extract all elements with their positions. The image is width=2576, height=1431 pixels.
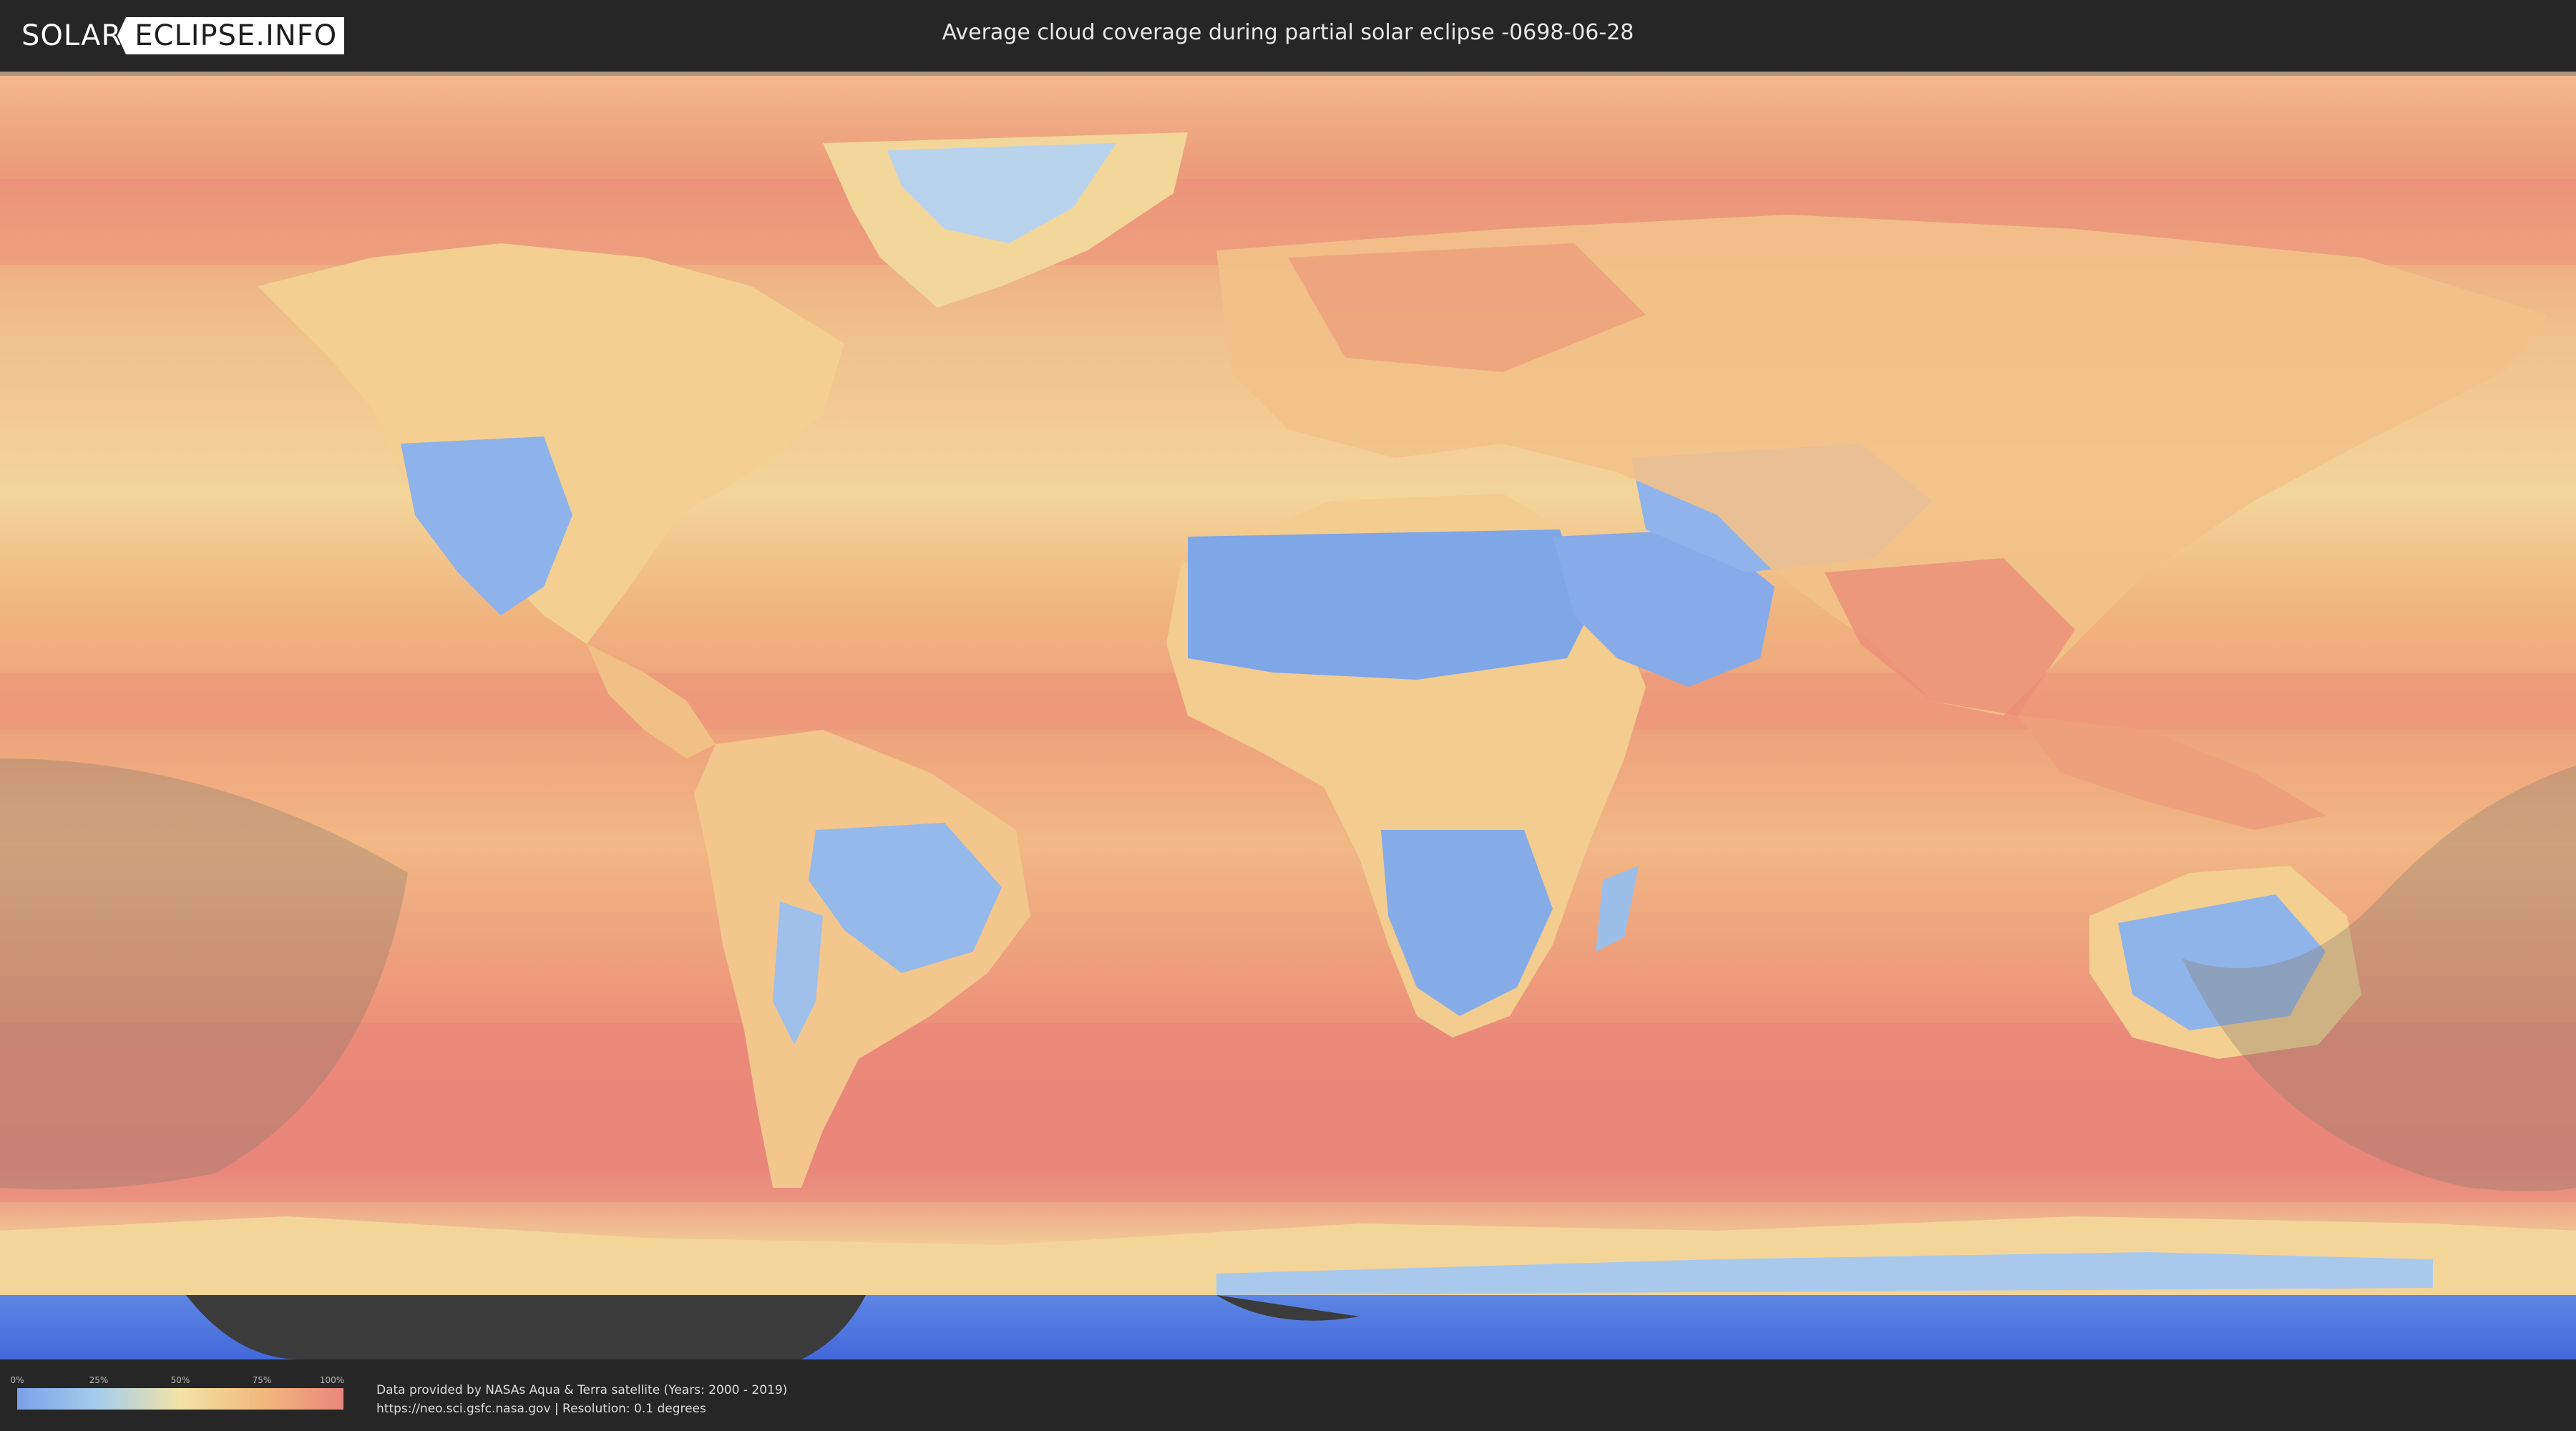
credit-line-1: Data provided by NASAs Aqua & Terra sate… — [376, 1383, 788, 1397]
credit-line-2[interactable]: https://neo.sci.gsfc.nasa.gov | Resoluti… — [376, 1400, 787, 1418]
legend-tick-25: 25% — [89, 1375, 109, 1385]
map-top-edge — [0, 72, 2576, 76]
page-title: Average cloud coverage during partial so… — [942, 20, 1634, 45]
legend-tick-75: 75% — [252, 1375, 272, 1385]
footer: 0% 25% 50% 75% 100% Data provided by NAS… — [0, 1359, 2576, 1431]
legend-tick-0: 0% — [10, 1375, 24, 1385]
legend-ticks: 0% 25% 50% 75% 100% — [10, 1375, 345, 1388]
legend-tick-50: 50% — [170, 1375, 190, 1385]
site-logo[interactable]: SOLAR ECLIPSE.INFO — [21, 16, 345, 56]
cloud-coverage-legend: 0% 25% 50% 75% 100% — [10, 1375, 345, 1410]
legend-color-bar — [17, 1388, 343, 1410]
legend-tick-100: 100% — [319, 1375, 345, 1385]
logo-text-eclipse-info: ECLIPSE.INFO — [117, 17, 345, 54]
logo-text-solar: SOLAR — [21, 19, 122, 52]
data-credits: Data provided by NASAs Aqua & Terra sate… — [376, 1381, 787, 1418]
cloud-coverage-map — [0, 72, 2576, 1359]
sahara-clear — [1188, 529, 1589, 680]
top-bar: SOLAR ECLIPSE.INFO Average cloud coverag… — [0, 0, 2576, 72]
map-svg — [0, 72, 2576, 1359]
